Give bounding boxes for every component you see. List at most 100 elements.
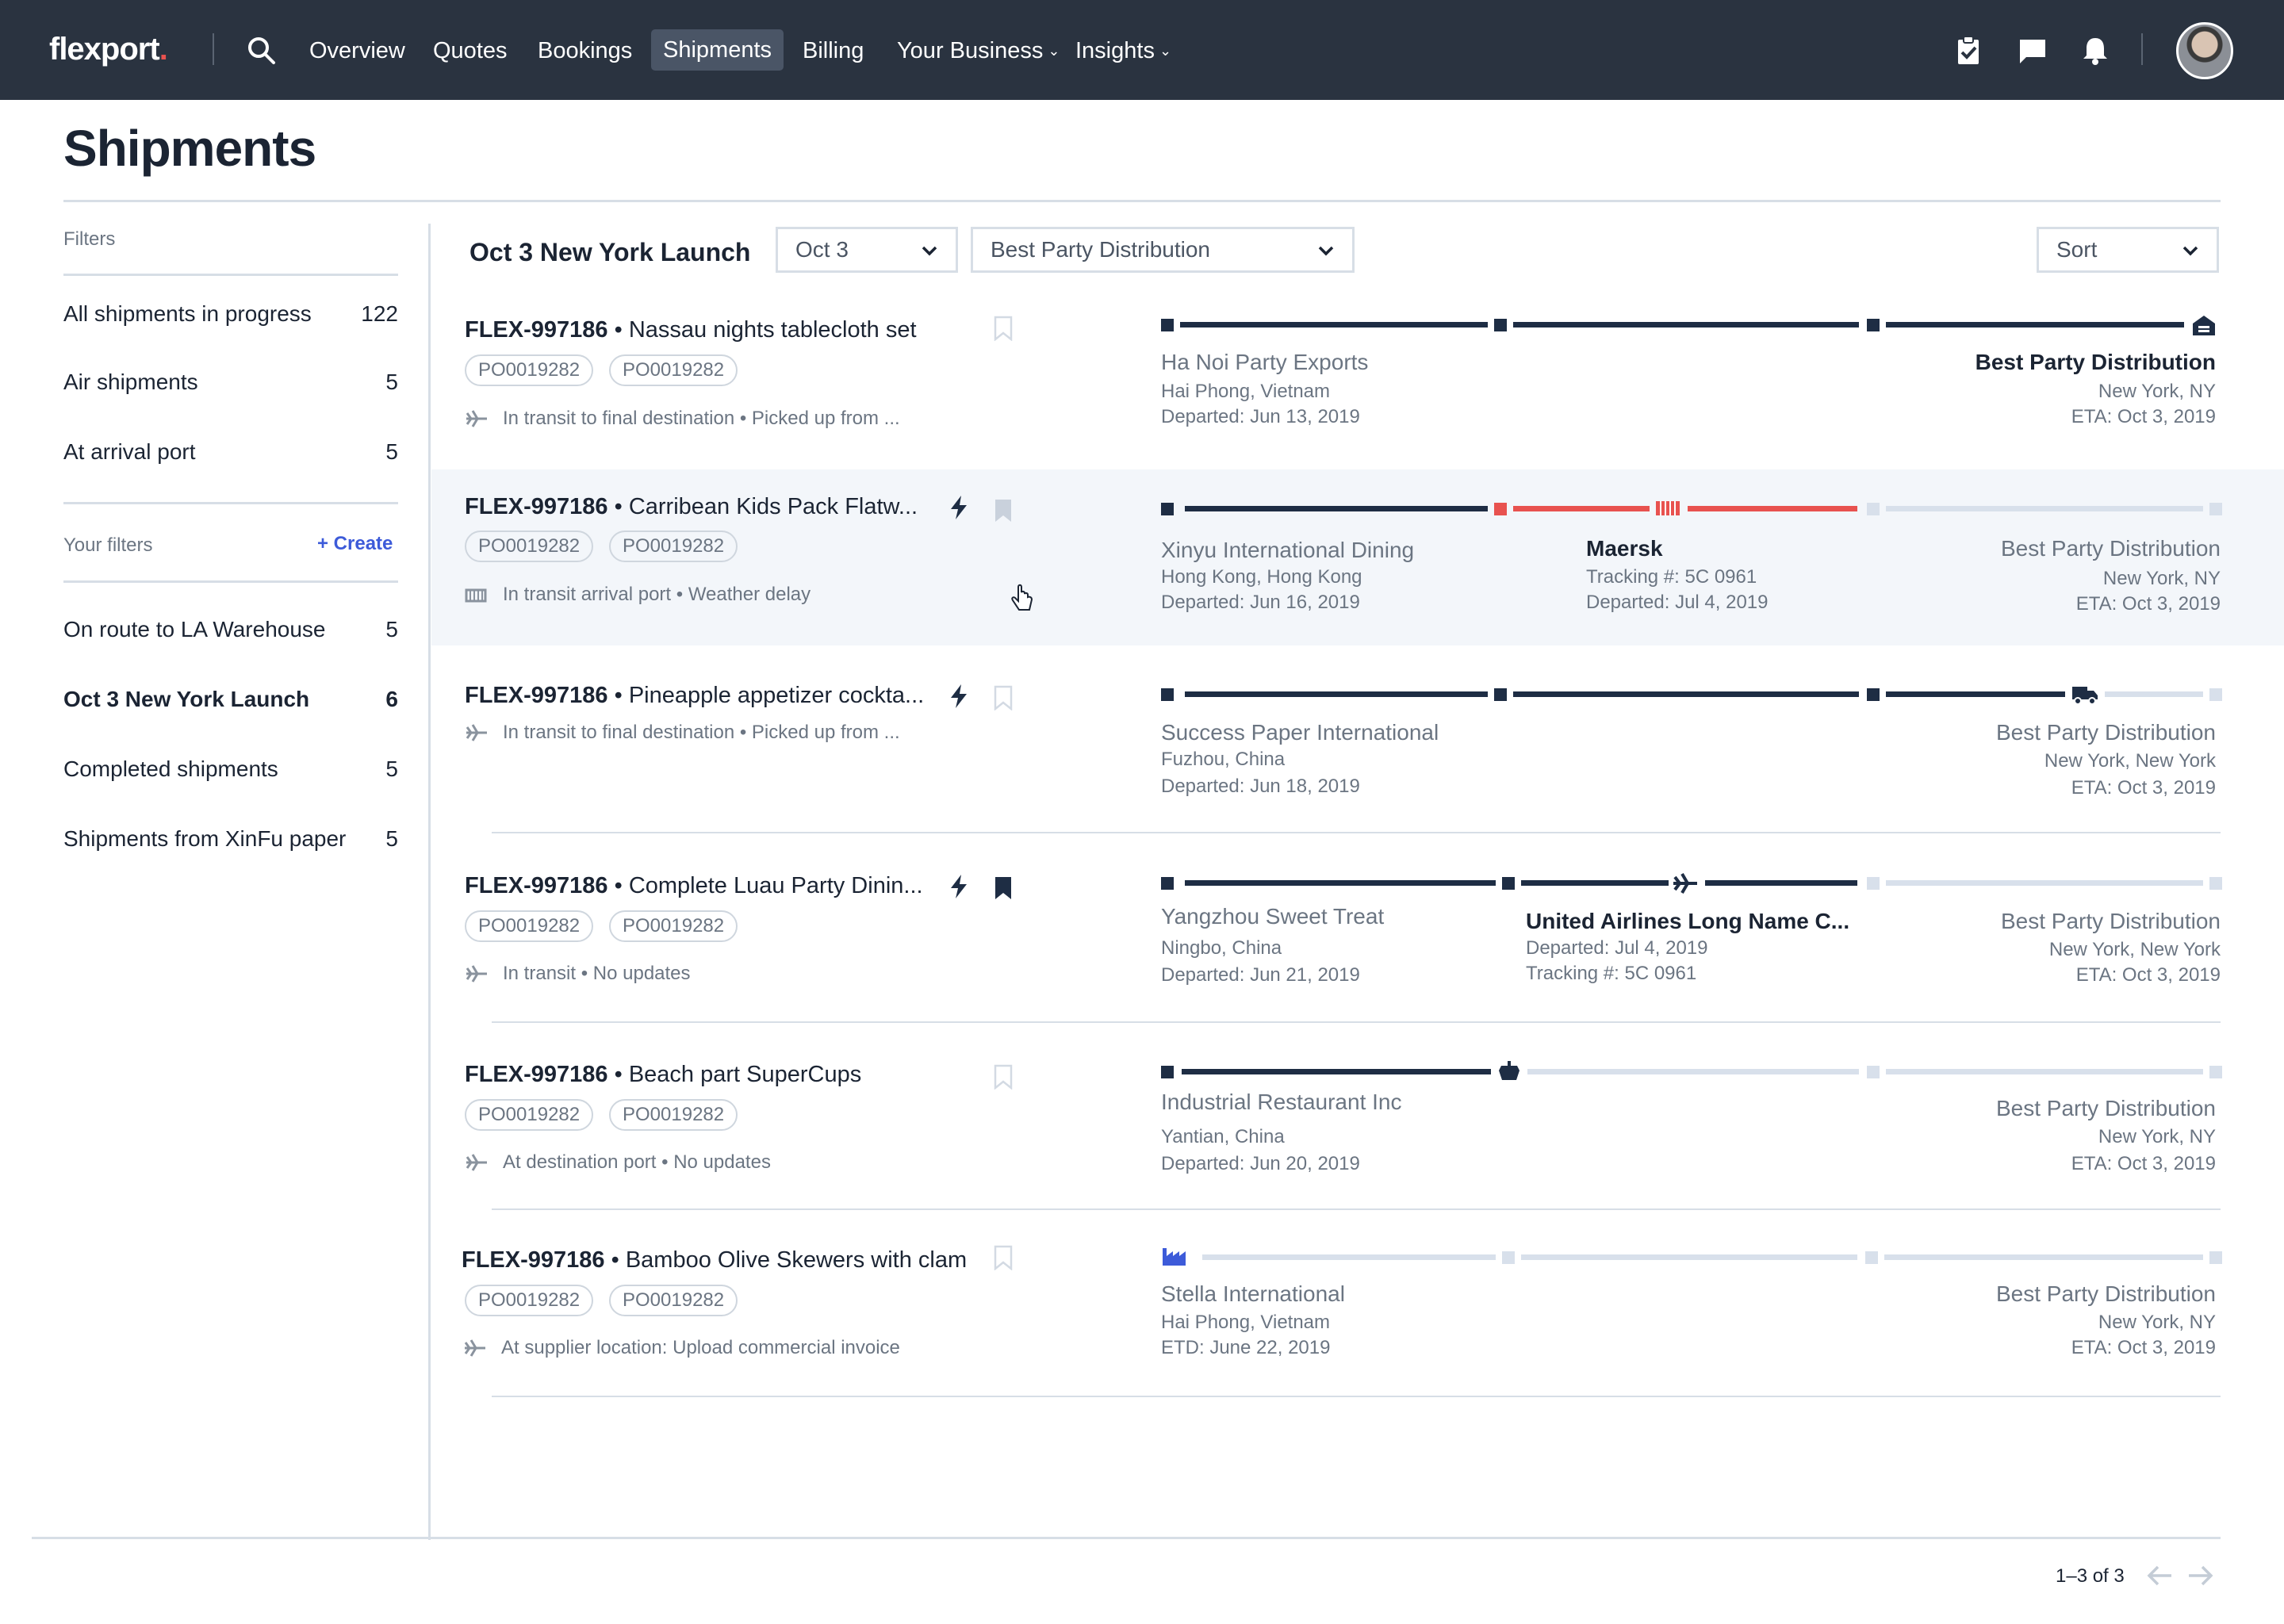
tasks-icon[interactable] bbox=[1953, 35, 1984, 67]
carrier-tracking: Tracking #: 5C 0961 bbox=[1526, 963, 1697, 984]
origin-date: Departed: Jun 13, 2019 bbox=[1161, 406, 1360, 427]
sidebar-item-xinfu[interactable]: Shipments from XinFu paper 5 bbox=[63, 822, 398, 856]
po-tag[interactable]: PO0019282 bbox=[465, 1285, 594, 1316]
nav-shipments[interactable]: Shipments bbox=[651, 29, 784, 71]
route-segment bbox=[1182, 1069, 1491, 1074]
po-tag[interactable]: PO0019282 bbox=[465, 910, 594, 942]
search-icon[interactable] bbox=[246, 35, 278, 67]
create-filter-link[interactable]: + Create bbox=[317, 533, 393, 555]
route-segment bbox=[1688, 506, 1857, 511]
your-filters-heading: Your filters bbox=[63, 534, 153, 556]
shipment-title[interactable]: FLEX-997186 • Pineapple appetizer cockta… bbox=[465, 683, 924, 709]
bookmark-icon[interactable] bbox=[993, 1064, 1014, 1090]
sidebar-item-label: All shipments in progress bbox=[63, 301, 312, 326]
sidebar-item-oct3-launch[interactable]: Oct 3 New York Launch 6 bbox=[63, 682, 398, 717]
carrier-departed: Departed: Jul 4, 2019 bbox=[1586, 592, 1769, 613]
shipment-title[interactable]: FLEX-997186 • Bamboo Olive Skewers with … bbox=[462, 1247, 967, 1274]
route-segment bbox=[1521, 880, 1669, 886]
destination-eta: ETA: Oct 3, 2019 bbox=[2071, 777, 2216, 799]
bell-icon[interactable] bbox=[2079, 35, 2111, 67]
shipment-status: In transit • No updates bbox=[503, 963, 691, 984]
sidebar-divider bbox=[428, 224, 431, 1540]
route-node bbox=[1494, 319, 1507, 331]
bookmark-icon[interactable] bbox=[993, 316, 1014, 341]
row-divider bbox=[492, 1208, 2221, 1210]
sidebar-item-at-arrival-port[interactable]: At arrival port 5 bbox=[63, 435, 398, 469]
route-segment bbox=[1886, 1069, 2203, 1074]
po-tag[interactable]: PO0019282 bbox=[465, 354, 594, 386]
shipment-title[interactable]: FLEX-997186 • Nassau nights tablecloth s… bbox=[465, 317, 917, 343]
shipment-title[interactable]: FLEX-997186 • Beach part SuperCups bbox=[465, 1062, 861, 1088]
shipment-id: FLEX-997186 bbox=[465, 317, 608, 343]
bolt-icon bbox=[951, 684, 967, 708]
po-tag[interactable]: PO0019282 bbox=[609, 1285, 738, 1316]
plane-icon bbox=[1673, 872, 1697, 894]
origin-date: ETD: June 22, 2019 bbox=[1161, 1337, 1331, 1358]
bolt-icon bbox=[951, 875, 967, 898]
nav-overview[interactable]: Overview bbox=[309, 35, 405, 67]
destination-name: Best Party Distribution bbox=[1975, 350, 2216, 374]
nav-billing[interactable]: Billing bbox=[803, 35, 864, 67]
destination-eta: ETA: Oct 3, 2019 bbox=[2075, 593, 2221, 615]
sidebar-item-air-shipments[interactable]: Air shipments 5 bbox=[63, 365, 398, 400]
warehouse-icon bbox=[2193, 316, 2215, 335]
flexport-logo[interactable]: flexport. bbox=[49, 32, 168, 67]
nav-quotes[interactable]: Quotes bbox=[433, 35, 508, 67]
origin-location: Ningbo, China bbox=[1161, 937, 1282, 959]
bookmark-icon[interactable] bbox=[993, 685, 1014, 710]
po-tag[interactable]: PO0019282 bbox=[465, 1099, 594, 1131]
sidebar-item-label: At arrival port bbox=[63, 439, 196, 464]
top-nav: flexport. Overview Quotes Bookings Shipm… bbox=[0, 0, 2284, 100]
destination-location: New York, NY bbox=[2098, 381, 2216, 402]
sidebar-item-label: On route to LA Warehouse bbox=[63, 617, 326, 642]
destination-filter-select[interactable]: Best Party Distribution bbox=[971, 227, 1355, 273]
chevron-down-icon: ⌄ bbox=[1048, 43, 1060, 59]
route-segment bbox=[1886, 322, 2184, 327]
shipment-id: FLEX-997186 bbox=[465, 494, 608, 519]
shipment-name: • Complete Luau Party Dinin... bbox=[614, 873, 923, 898]
route-segment bbox=[1185, 880, 1496, 886]
sort-select[interactable]: Sort bbox=[2037, 227, 2219, 273]
logo-text: flexport bbox=[49, 32, 160, 67]
date-filter-value: Oct 3 bbox=[795, 237, 849, 262]
nav-bookings[interactable]: Bookings bbox=[538, 35, 632, 67]
po-tag[interactable]: PO0019282 bbox=[609, 530, 738, 562]
bookmark-icon[interactable] bbox=[993, 875, 1014, 901]
sidebar-item-count: 5 bbox=[385, 756, 398, 781]
nav-your-business-label: Your Business bbox=[897, 38, 1044, 63]
route-node bbox=[1161, 688, 1174, 701]
po-tag[interactable]: PO0019282 bbox=[609, 1099, 738, 1131]
po-tag[interactable]: PO0019282 bbox=[609, 354, 738, 386]
bookmark-icon[interactable] bbox=[993, 1245, 1014, 1270]
shipment-title[interactable]: FLEX-997186 • Complete Luau Party Dinin.… bbox=[465, 873, 923, 899]
plane-icon bbox=[464, 1339, 485, 1357]
nav-insights-label: Insights bbox=[1075, 38, 1155, 63]
bookmark-icon[interactable] bbox=[993, 498, 1014, 523]
route-segment bbox=[1527, 1069, 1859, 1074]
destination-eta: ETA: Oct 3, 2019 bbox=[2071, 406, 2216, 427]
nav-insights[interactable]: Insights ⌄ bbox=[1075, 35, 1171, 67]
factory-icon bbox=[1163, 1248, 1186, 1266]
next-arrow-icon[interactable] bbox=[2187, 1564, 2214, 1588]
sidebar-item-la-warehouse[interactable]: On route to LA Warehouse 5 bbox=[63, 612, 398, 647]
shipment-name: • Beach part SuperCups bbox=[614, 1062, 862, 1087]
origin-name: Success Paper International bbox=[1161, 720, 1439, 745]
chat-icon[interactable] bbox=[2017, 35, 2048, 67]
sidebar-item-all-shipments[interactable]: All shipments in progress 122 bbox=[63, 297, 398, 331]
po-tag[interactable]: PO0019282 bbox=[609, 910, 738, 942]
sidebar-item-count: 5 bbox=[385, 370, 398, 394]
nav-your-business[interactable]: Your Business ⌄ bbox=[897, 35, 1060, 67]
avatar[interactable] bbox=[2176, 22, 2233, 79]
prev-arrow-icon[interactable] bbox=[2146, 1564, 2173, 1588]
pagination-label: 1–3 of 3 bbox=[2056, 1565, 2125, 1587]
route-segment bbox=[1705, 880, 1857, 886]
origin-location: Hong Kong, Hong Kong bbox=[1161, 566, 1362, 588]
po-tag[interactable]: PO0019282 bbox=[465, 530, 594, 562]
sidebar-item-completed[interactable]: Completed shipments 5 bbox=[63, 752, 398, 787]
shipment-title[interactable]: FLEX-997186 • Carribean Kids Pack Flatw.… bbox=[465, 494, 918, 520]
date-filter-select[interactable]: Oct 3 bbox=[776, 227, 958, 273]
ship-icon bbox=[1656, 501, 1680, 515]
destination-name: Best Party Distribution bbox=[2001, 536, 2221, 561]
origin-location: Fuzhou, China bbox=[1161, 749, 1286, 770]
list-title: Oct 3 New York Launch bbox=[469, 238, 751, 266]
